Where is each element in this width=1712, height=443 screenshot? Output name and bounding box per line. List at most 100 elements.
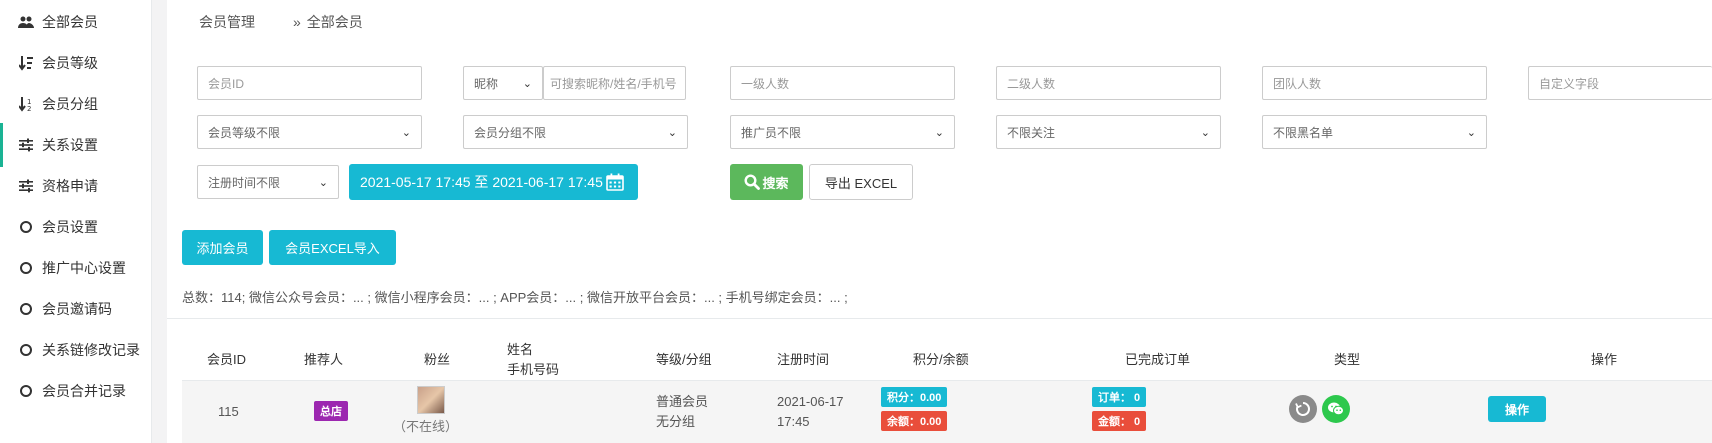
- member-summary: 总数：114; 微信公众号会员：... ; 微信小程序会员：... ; APP会…: [182, 290, 848, 305]
- sidebar-item-invite-code[interactable]: 会员邀请码: [0, 287, 152, 331]
- member-group-select[interactable]: 会员分组不限 ⌄: [463, 115, 688, 149]
- header-points-balance: 积分/余额: [913, 352, 969, 367]
- cell-reg-date: 2021-06-17: [777, 394, 844, 409]
- reg-time-select[interactable]: 注册时间不限 ⌄: [197, 165, 339, 199]
- header-phone: 手机号码: [507, 362, 560, 377]
- points-badge: 积分：0.00: [881, 387, 948, 407]
- sidebar-item-member-level[interactable]: 会员等级: [0, 41, 152, 85]
- sliders-icon: [18, 178, 34, 194]
- svg-text:2: 2: [27, 105, 31, 112]
- circle-icon: [18, 301, 34, 317]
- add-member-button[interactable]: 添加会员: [182, 230, 263, 265]
- team-placeholder: 团队人数: [1273, 76, 1322, 91]
- blacklist-select[interactable]: 不限黑名单 ⌄: [1262, 115, 1487, 149]
- sort-numeric-icon: [18, 55, 34, 71]
- sidebar-item-label: 全部会员: [42, 14, 98, 30]
- chevron-down-icon: ⌄: [1466, 126, 1476, 139]
- cell-reg-clock: 17:45: [777, 414, 810, 429]
- breadcrumb: 会员管理 » 全部会员: [199, 10, 363, 34]
- search-button[interactable]: 搜索: [730, 164, 803, 200]
- balance-badge: 余额：0.00: [881, 411, 948, 431]
- header-fans: 粉丝: [424, 352, 451, 367]
- date-range-picker[interactable]: 2021-05-17 17:45 至 2021-06-17 17:45: [349, 164, 638, 200]
- nickname-select[interactable]: 昵称 ⌄: [463, 66, 543, 100]
- sidebar-item-qualification[interactable]: 资格申请: [0, 164, 152, 208]
- sidebar-item-merge-log[interactable]: 会员合并记录: [0, 369, 152, 413]
- promoter-value: 推广员不限: [741, 125, 802, 140]
- member-id-placeholder: 会员ID: [208, 76, 245, 91]
- sidebar-item-label: 会员设置: [42, 219, 98, 235]
- custom-field-input[interactable]: 自定义字段: [1528, 66, 1712, 100]
- search-button-label: 搜索: [762, 175, 789, 191]
- sort-numeric-desc-icon: 12: [18, 96, 34, 112]
- sliders-icon: [18, 137, 34, 153]
- cell-group: 无分组: [656, 414, 696, 429]
- header-name: 姓名: [507, 342, 534, 357]
- cell-member-id: 115: [218, 404, 239, 419]
- custom-placeholder: 自定义字段: [1539, 76, 1600, 91]
- sidebar-item-member-group[interactable]: 12 会员分组: [0, 82, 152, 126]
- follow-select[interactable]: 不限关注 ⌄: [996, 115, 1221, 149]
- export-excel-button[interactable]: 导出 EXCEL: [809, 164, 913, 200]
- import-excel-button[interactable]: 会员EXCEL导入: [269, 230, 396, 265]
- chevron-down-icon: ⌄: [1200, 126, 1210, 139]
- row-operate-button[interactable]: 操作: [1488, 396, 1546, 422]
- sidebar-item-label: 会员分组: [42, 96, 98, 112]
- sidebar-item-relation-log[interactable]: 关系链修改记录: [0, 328, 152, 372]
- keyword-placeholder: 可搜索昵称/姓名/手机号: [550, 76, 677, 91]
- search-icon: [744, 174, 761, 190]
- circle-icon: [18, 342, 34, 358]
- sidebar-item-label: 会员合并记录: [42, 383, 126, 399]
- chevron-down-icon: ⌄: [522, 77, 532, 90]
- users-icon: [18, 14, 34, 30]
- export-button-label: 导出 EXCEL: [824, 175, 898, 191]
- nickname-select-value: 昵称: [474, 76, 499, 91]
- member-id-input[interactable]: 会员ID: [197, 66, 422, 100]
- breadcrumb-parent[interactable]: 会员管理: [199, 12, 255, 32]
- breadcrumb-current: 全部会员: [306, 14, 363, 30]
- fans-status: （不在线）: [393, 419, 459, 434]
- import-excel-label: 会员EXCEL导入: [285, 241, 380, 256]
- operate-button-label: 操作: [1504, 402, 1529, 417]
- team-count-input[interactable]: 团队人数: [1262, 66, 1487, 100]
- member-group-value: 会员分组不限: [474, 125, 547, 140]
- referrer-badge: 总店: [314, 401, 348, 421]
- table-row: 115 总店 （不在线） 普通会员 无分组 2021-06-17 17:45 积…: [182, 380, 1712, 443]
- sidebar-item-label: 关系设置: [42, 137, 98, 153]
- member-level-select[interactable]: 会员等级不限 ⌄: [197, 115, 422, 149]
- circle-icon: [18, 219, 34, 235]
- sidebar-item-label: 推广中心设置: [42, 260, 126, 276]
- sidebar-item-all-members[interactable]: 全部会员: [0, 0, 152, 44]
- level2-placeholder: 二级人数: [1007, 76, 1056, 91]
- chevron-down-icon: ⌄: [667, 126, 677, 139]
- level1-count-input[interactable]: 一级人数: [730, 66, 955, 100]
- sidebar-item-label: 资格申请: [42, 178, 98, 194]
- header-referrer: 推荐人: [304, 352, 344, 367]
- follow-value: 不限关注: [1007, 125, 1056, 140]
- circle-icon: [18, 260, 34, 276]
- level1-placeholder: 一级人数: [741, 76, 790, 91]
- sidebar-item-relation-settings[interactable]: 关系设置: [0, 123, 152, 167]
- blacklist-value: 不限黑名单: [1273, 125, 1334, 140]
- keyword-input[interactable]: 可搜索昵称/姓名/手机号: [543, 66, 686, 100]
- level2-count-input[interactable]: 二级人数: [996, 66, 1221, 100]
- cell-level: 普通会员: [656, 394, 709, 409]
- breadcrumb-separator: »: [293, 14, 301, 30]
- chevron-down-icon: ⌄: [934, 126, 944, 139]
- avatar[interactable]: [417, 386, 445, 414]
- date-range-value: 2021-05-17 17:45 至 2021-06-17 17:45: [360, 174, 603, 190]
- reg-time-value: 注册时间不限: [208, 175, 281, 190]
- main-content: 会员管理 » 全部会员 会员ID 昵称 ⌄ 可搜索昵称/姓名/手机号 一级人数 …: [167, 0, 1712, 443]
- header-member-id: 会员ID: [207, 352, 247, 367]
- header-ops: 操作: [1591, 352, 1618, 367]
- promoter-select[interactable]: 推广员不限 ⌄: [730, 115, 955, 149]
- add-member-label: 添加会员: [196, 241, 249, 256]
- sidebar-item-label: 会员等级: [42, 55, 98, 71]
- sidebar: 全部会员 会员等级 12 会员分组 关系设置 资格申请 会员设置 推广中心设置 …: [0, 0, 152, 443]
- chevron-down-icon: ⌄: [401, 126, 411, 139]
- refresh-icon: [1289, 395, 1317, 423]
- sidebar-item-promotion-center[interactable]: 推广中心设置: [0, 246, 152, 290]
- amount-badge: 金额： 0: [1092, 411, 1147, 431]
- header-orders: 已完成订单: [1125, 352, 1191, 367]
- sidebar-item-member-settings[interactable]: 会员设置: [0, 205, 152, 249]
